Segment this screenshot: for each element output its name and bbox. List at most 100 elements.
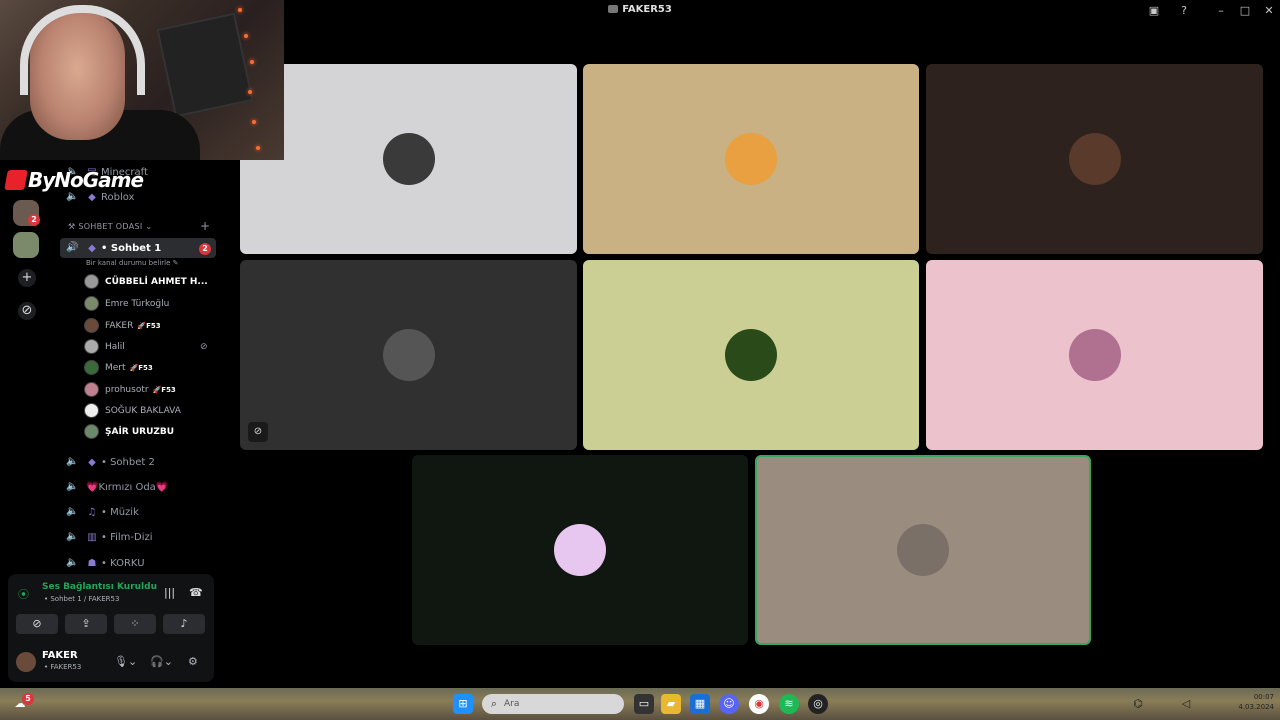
avatar xyxy=(382,329,435,381)
avatar xyxy=(725,329,777,381)
string-light xyxy=(256,146,260,150)
member-tag: 🚀F53 xyxy=(129,363,153,372)
avatar xyxy=(554,524,606,576)
search-icon: ⌕ xyxy=(490,697,498,710)
voice-panel: ⦿ Ses Bağlantısı Kuruldu • Sohbet 1 / FA… xyxy=(8,574,214,682)
channel-sohbet-2[interactable]: 🔈 ◆ • Sohbet 2 xyxy=(60,452,216,472)
member-tag: 🚀F53 xyxy=(137,321,161,330)
muted-icon: ⊘ xyxy=(200,341,208,352)
discover-icon[interactable]: ⊘ xyxy=(18,302,36,320)
maximize-button[interactable]: □ xyxy=(1237,3,1253,19)
discord-icon[interactable]: ☺ xyxy=(719,694,739,714)
noise-suppression-icon[interactable]: ||| xyxy=(164,586,175,599)
settings-gear-icon[interactable]: ⚙ xyxy=(188,655,198,668)
speaker-icon: 🔈 xyxy=(66,557,79,568)
participant-tile[interactable] xyxy=(240,64,577,254)
headphones-icon[interactable]: 🎧⌄ xyxy=(150,655,173,668)
string-light xyxy=(248,90,252,94)
string-light xyxy=(252,120,256,124)
add-channel-icon[interactable]: + xyxy=(200,219,210,233)
volume-icon[interactable]: ◁ xyxy=(1176,694,1196,714)
discord-app: FAKER53 ▣ ? – □ ✕ 2 + ⊘ 🔈 ▤ Minecraft 🔈 ◆ Ro… xyxy=(0,0,1280,688)
channel-kirmizi-oda[interactable]: 🔈 💗Kırmızı Oda💗 xyxy=(60,477,216,497)
speaker-icon: 🔊 xyxy=(66,242,79,253)
speaker-icon: 🔈 xyxy=(66,531,79,542)
user-name[interactable]: FAKER xyxy=(42,650,78,661)
signal-icon: ⦿ xyxy=(18,588,29,601)
screen-share-button[interactable]: ⇪ xyxy=(65,614,107,634)
camera-button[interactable]: ⊘ xyxy=(16,614,58,634)
voice-member[interactable]: FAKER 🚀F53 xyxy=(84,316,161,335)
server-badge: 2 xyxy=(28,214,40,226)
file-explorer-icon[interactable]: ▰ xyxy=(661,694,681,714)
voice-member[interactable]: SOĞUK BAKLAVA xyxy=(84,401,181,420)
headset xyxy=(20,5,145,95)
channel-icon: ◆ xyxy=(88,242,96,254)
inbox-icon[interactable]: ▣ xyxy=(1146,3,1162,19)
store-icon[interactable]: ▦ xyxy=(690,694,710,714)
voice-member[interactable]: CÜBBELİ AHMET H... xyxy=(84,272,208,291)
obs-icon[interactable]: ◎ xyxy=(808,694,828,714)
category-header[interactable]: ⚒ SOHBET ODASI ⌄ xyxy=(68,222,152,231)
voice-member[interactable]: Emre Türkoğlu xyxy=(84,294,169,313)
channel-sohbet-1[interactable]: 🔊 ◆ • Sohbet 1 xyxy=(60,238,216,258)
speaker-icon: 🔈 xyxy=(66,506,79,517)
participant-tile[interactable] xyxy=(926,64,1263,254)
participant-tile[interactable] xyxy=(583,260,919,450)
participant-tile-speaking[interactable] xyxy=(755,455,1091,645)
channel-film-dizi[interactable]: 🔈 ▥ • Film-Dizi xyxy=(60,527,216,547)
participant-tile[interactable] xyxy=(412,455,748,645)
server-avatar[interactable] xyxy=(13,232,39,258)
avatar xyxy=(84,296,99,311)
channel-icon: ◆ xyxy=(88,456,96,468)
voice-member[interactable]: prohusotr 🚀F53 xyxy=(84,380,176,399)
avatar xyxy=(84,424,99,439)
avatar xyxy=(84,274,99,289)
avatar xyxy=(725,133,777,185)
channel-badge: 2 xyxy=(199,243,211,255)
server-icon xyxy=(608,5,619,13)
voice-member[interactable]: Mert 🚀F53 xyxy=(84,358,153,377)
channel-status-hint[interactable]: Bir kanal durumu belirle ✎ xyxy=(86,259,179,267)
task-view-icon[interactable]: ▭ xyxy=(634,694,654,714)
member-tag: 🚀F53 xyxy=(152,385,176,394)
ghost-icon: ☗ xyxy=(87,557,97,569)
muted-icon: ⊘ xyxy=(248,422,268,442)
add-server-icon[interactable]: + xyxy=(18,269,36,287)
avatar xyxy=(382,133,435,185)
wifi-icon[interactable]: ⌬ xyxy=(1128,694,1148,714)
avatar xyxy=(84,360,99,375)
help-icon[interactable]: ? xyxy=(1176,3,1192,19)
wall-poster xyxy=(156,12,254,118)
logo-mark xyxy=(4,170,28,190)
avatar[interactable] xyxy=(16,652,36,672)
avatar xyxy=(1068,133,1121,185)
avatar xyxy=(84,339,99,354)
voice-member[interactable]: ŞAİR URUZBU xyxy=(84,422,174,441)
disconnect-icon[interactable]: ☎ xyxy=(189,586,203,599)
start-icon[interactable]: ⊞ xyxy=(453,694,473,714)
stream-logo: ByNoGame xyxy=(4,168,144,194)
microphone-icon[interactable]: 🎙⌄ xyxy=(114,655,137,668)
soundboard-button[interactable]: ♪ xyxy=(163,614,205,634)
music-icon: ♫ xyxy=(87,506,97,518)
participant-tile[interactable]: ⊘ xyxy=(240,260,577,450)
chrome-icon[interactable]: ◉ xyxy=(749,694,769,714)
film-icon: ▥ xyxy=(87,531,97,543)
close-button[interactable]: ✕ xyxy=(1261,3,1277,19)
channel-korku[interactable]: 🔈 ☗ • KORKU xyxy=(60,553,216,573)
speaker-icon: 🔈 xyxy=(66,456,79,467)
speaker-icon: 🔈 xyxy=(66,481,79,492)
participant-tile[interactable] xyxy=(926,260,1263,450)
avatar xyxy=(84,403,99,418)
connection-status[interactable]: Ses Bağlantısı Kuruldu xyxy=(42,582,157,592)
spotify-icon[interactable]: ≋ xyxy=(779,694,799,714)
avatar xyxy=(897,524,949,576)
participant-tile[interactable] xyxy=(583,64,919,254)
activities-button[interactable]: ⁘ xyxy=(114,614,156,634)
channel-muzik[interactable]: 🔈 ♫ • Müzik xyxy=(60,502,216,522)
minimize-button[interactable]: – xyxy=(1213,3,1229,19)
taskbar-clock[interactable]: 00:07 4.03.2024 xyxy=(1230,692,1274,712)
string-light xyxy=(238,8,242,12)
voice-member[interactable]: Halil xyxy=(84,337,125,356)
